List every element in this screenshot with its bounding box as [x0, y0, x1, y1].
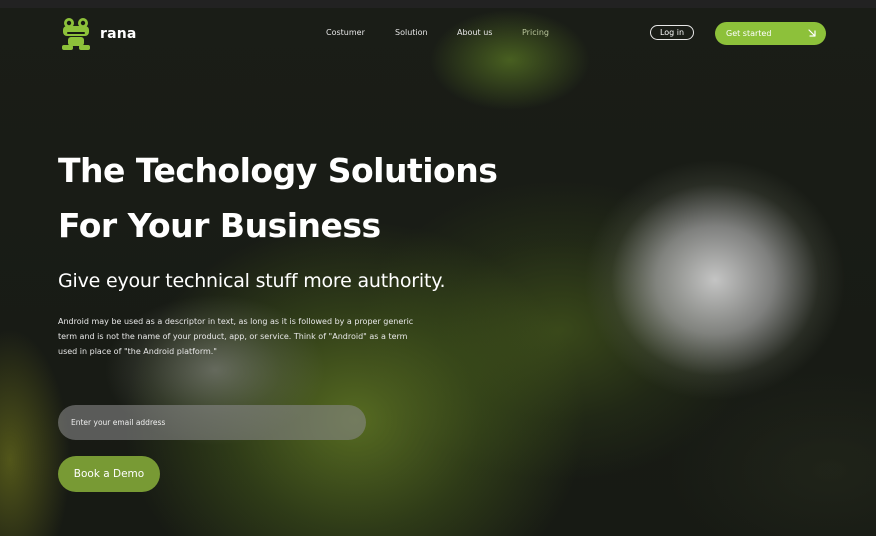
nav-item-pricing[interactable]: Pricing	[522, 28, 549, 37]
email-input[interactable]	[58, 405, 366, 440]
hero-title-line-2: For Your Business	[58, 206, 381, 245]
hero-description: Android may be used as a descriptor in t…	[58, 317, 414, 356]
get-started-label: Get started	[726, 29, 772, 38]
landing-page: rana Costumer Solution About us Pricing …	[0, 0, 876, 536]
book-demo-button[interactable]: Book a Demo	[58, 456, 160, 492]
get-started-button[interactable]: Get started	[715, 22, 826, 45]
login-button-label: Log in	[659, 28, 685, 37]
book-demo-label: Book a Demo	[73, 468, 145, 480]
arrow-down-right-icon	[808, 29, 816, 37]
hero-title-line-1: The Techology Solutions	[58, 151, 498, 190]
login-button[interactable]: Log in	[650, 25, 694, 40]
brand-name: rana	[100, 26, 137, 42]
nav-item-about-us[interactable]: About us	[457, 28, 492, 37]
nav-item-costumer[interactable]: Costumer	[326, 28, 365, 37]
frog-icon	[62, 18, 90, 50]
hero-subtitle: Give eyour technical stuff more authorit…	[58, 270, 446, 292]
hero-title: The Techology Solutions For Your Busines…	[58, 143, 498, 253]
window-top-bar	[0, 0, 876, 8]
brand-logo[interactable]: rana	[60, 17, 137, 51]
nav-item-solution[interactable]: Solution	[395, 28, 428, 37]
